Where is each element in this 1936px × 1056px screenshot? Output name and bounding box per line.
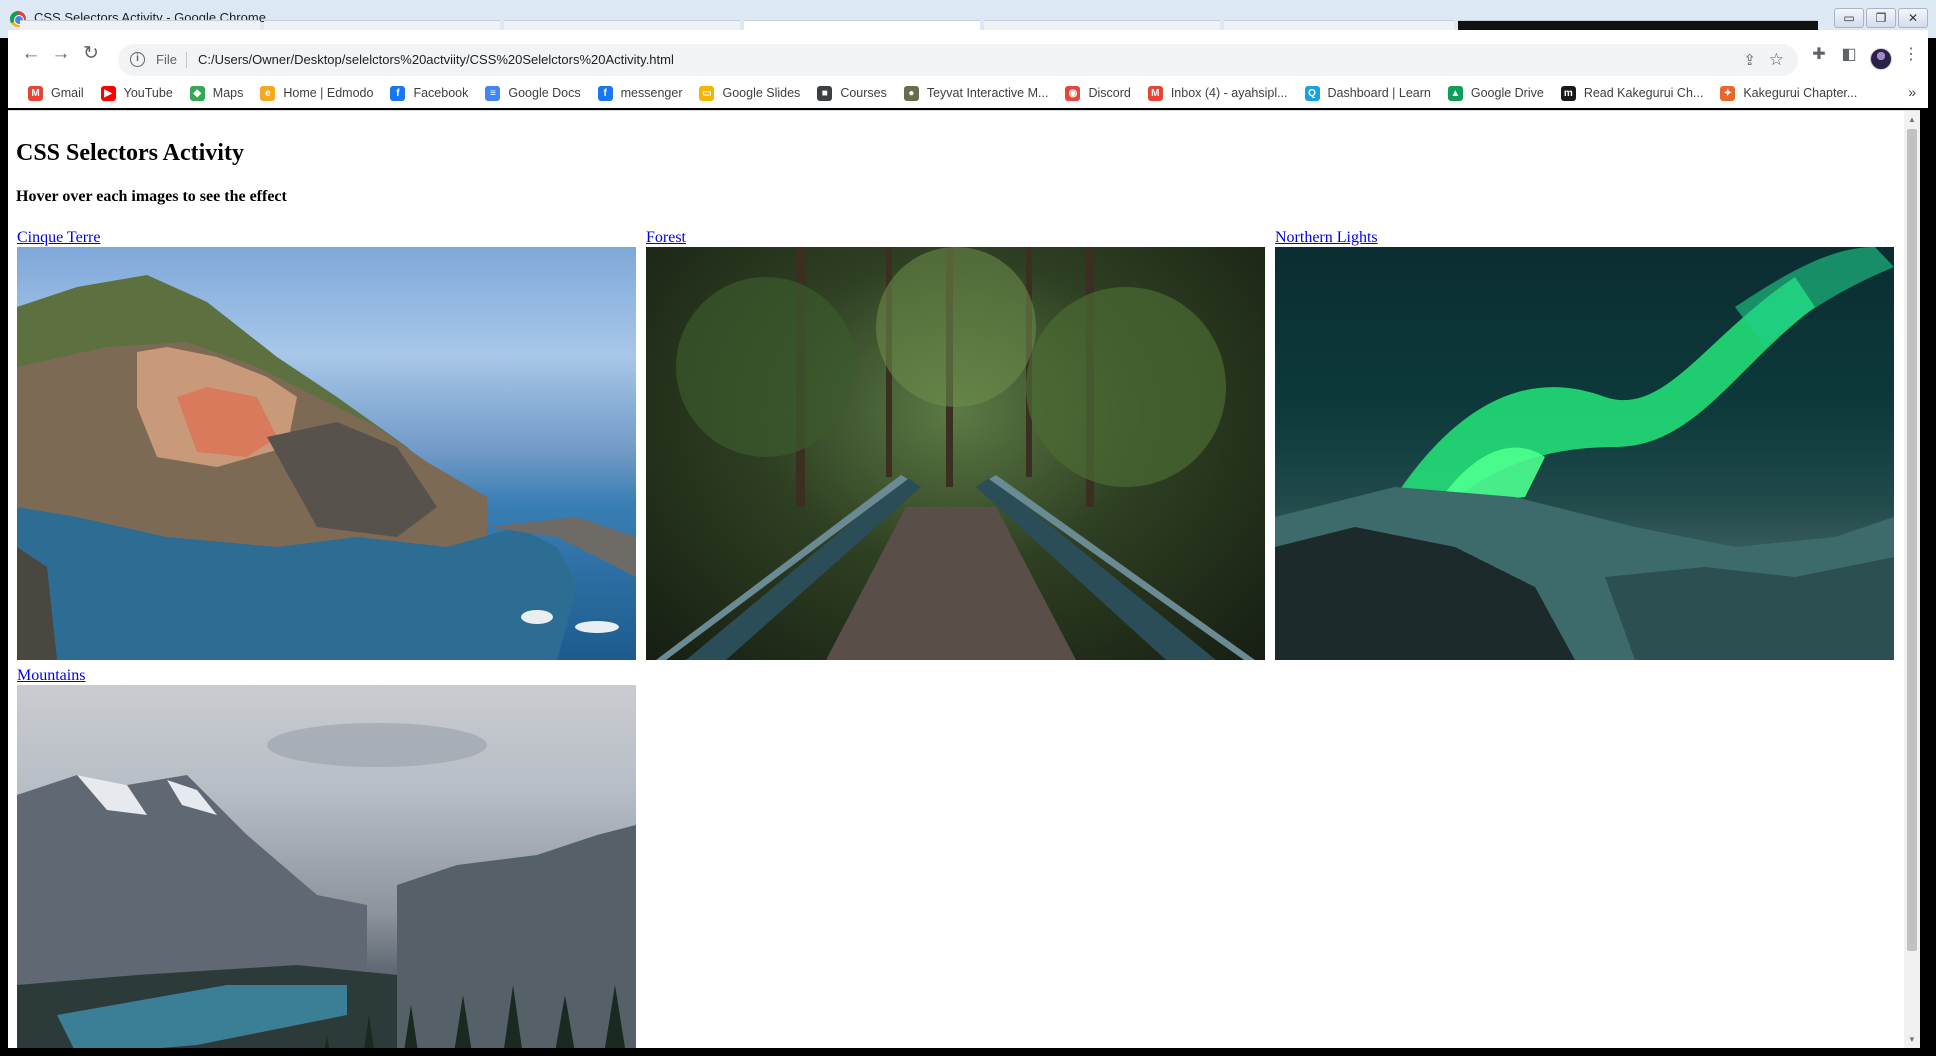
tab[interactable] bbox=[984, 20, 1220, 30]
bookmark-label: Maps bbox=[212, 86, 244, 100]
chevron-right-icon[interactable]: » bbox=[1908, 84, 1916, 100]
gallery-link[interactable]: Mountains bbox=[17, 666, 636, 685]
bookmark-label: Facebook bbox=[413, 86, 469, 100]
gmail-icon: M bbox=[1147, 85, 1163, 101]
tab-strip bbox=[0, 20, 1936, 30]
gallery-item: Mountains bbox=[17, 666, 636, 1048]
scroll-up-icon[interactable]: ▲ bbox=[1907, 115, 1917, 125]
page-title: CSS Selectors Activity bbox=[16, 140, 244, 166]
forest-bridge-photo[interactable] bbox=[646, 247, 1265, 660]
bookmark-label: Kakegurui Chapter... bbox=[1743, 86, 1858, 100]
profile-avatar[interactable] bbox=[1870, 48, 1892, 70]
bookmark-label: Google Drive bbox=[1470, 86, 1544, 100]
bookmark-label: Courses bbox=[840, 86, 887, 100]
reload-icon[interactable]: ↻ bbox=[80, 43, 102, 65]
teyvat-icon: ● bbox=[903, 85, 919, 101]
tab[interactable] bbox=[1458, 20, 1818, 30]
facebook-icon: f bbox=[390, 85, 406, 101]
bookmarks-bar: M Gmail ▶ YouTube ◆ Maps e Home | Edmodo f Facebo… bbox=[8, 78, 1928, 108]
tab[interactable] bbox=[264, 20, 500, 30]
maps-icon: ◆ bbox=[189, 85, 205, 101]
docs-icon: ≡ bbox=[485, 85, 501, 101]
scroll-thumb[interactable] bbox=[1907, 129, 1917, 951]
bookmark-item[interactable]: ✦ Kakegurui Chapter... bbox=[1712, 82, 1866, 104]
youtube-icon: ▶ bbox=[100, 85, 116, 101]
bookmark-item[interactable]: m Read Kakegurui Ch... bbox=[1553, 82, 1713, 104]
bookmark-item[interactable]: ● Teyvat Interactive M... bbox=[896, 82, 1058, 104]
bookmark-label: YouTube bbox=[123, 86, 173, 100]
gallery-link[interactable]: Cinque Terre bbox=[17, 228, 636, 247]
kakegurui-icon: ✦ bbox=[1720, 85, 1736, 101]
bookmark-label: Read Kakegurui Ch... bbox=[1583, 86, 1704, 100]
page-viewport: CSS Selectors Activity Hover over each i… bbox=[8, 110, 1920, 1048]
bookmark-item[interactable]: Q Dashboard | Learn bbox=[1297, 82, 1440, 104]
bookmark-item[interactable]: ▶ YouTube bbox=[93, 82, 182, 104]
gmail-icon: M bbox=[28, 85, 43, 101]
bookmark-label: Discord bbox=[1088, 86, 1131, 100]
tab[interactable] bbox=[20, 20, 260, 30]
bookmark-label: Google Slides bbox=[722, 86, 801, 100]
manga-icon: m bbox=[1560, 85, 1576, 101]
discord-icon: ◉ bbox=[1065, 85, 1081, 101]
bookmark-item[interactable]: ◉ Discord bbox=[1057, 82, 1139, 104]
scheme-label: File bbox=[156, 52, 177, 67]
bookmark-item[interactable]: ≡ Google Docs bbox=[477, 82, 589, 104]
edmodo-icon: e bbox=[260, 85, 276, 101]
drive-icon: ▲ bbox=[1447, 85, 1463, 101]
bookmark-item[interactable]: ▲ Google Drive bbox=[1440, 82, 1553, 104]
gallery-item: Northern Lights bbox=[1275, 228, 1894, 660]
forward-arrow-icon[interactable]: → bbox=[50, 43, 72, 65]
bookmark-item[interactable]: ▭ Google Slides bbox=[691, 82, 809, 104]
address-bar[interactable]: i File C:/Users/Owner/Desktop/selelctors… bbox=[118, 44, 1798, 76]
tab-active[interactable] bbox=[744, 20, 980, 30]
learn-icon: Q bbox=[1304, 85, 1320, 101]
info-icon[interactable]: i bbox=[130, 52, 145, 67]
coastal-village-photo[interactable] bbox=[17, 247, 636, 660]
back-arrow-icon[interactable]: ← bbox=[20, 43, 42, 65]
gallery-item: Forest bbox=[646, 228, 1265, 660]
scroll-down-icon[interactable]: ▼ bbox=[1907, 1035, 1917, 1045]
bookmark-item[interactable]: f messenger bbox=[590, 82, 692, 104]
bookmark-item[interactable]: ◆ Maps bbox=[182, 82, 253, 104]
side-panel-icon[interactable]: ◧ bbox=[1838, 44, 1860, 66]
vertical-scrollbar[interactable]: ▲ ▼ bbox=[1904, 111, 1920, 1048]
bookmark-list: M Gmail ▶ YouTube ◆ Maps e Home | Edmodo f Facebo… bbox=[20, 82, 1866, 104]
bookmark-item[interactable]: f Facebook bbox=[382, 82, 477, 104]
slides-icon: ▭ bbox=[699, 85, 715, 101]
gallery-link[interactable]: Northern Lights bbox=[1275, 228, 1894, 247]
courses-icon: ■ bbox=[817, 85, 833, 101]
divider bbox=[186, 52, 187, 68]
facebook-icon: f bbox=[597, 85, 613, 101]
bookmark-item[interactable]: M Gmail bbox=[20, 82, 93, 104]
extensions-icon[interactable]: ✚ bbox=[1808, 44, 1830, 66]
bookmark-item[interactable]: ■ Courses bbox=[809, 82, 896, 104]
bookmark-label: Google Docs bbox=[508, 86, 581, 100]
bookmark-label: messenger bbox=[620, 86, 683, 100]
bookmark-item[interactable]: M Inbox (4) - ayahsipl... bbox=[1140, 82, 1297, 104]
tab[interactable] bbox=[504, 20, 740, 30]
aurora-photo[interactable] bbox=[1275, 247, 1894, 660]
bookmark-label: Dashboard | Learn bbox=[1327, 86, 1431, 100]
bookmark-label: Gmail bbox=[51, 86, 84, 100]
image-gallery: Cinque Terre Forest Northern Lights Moun… bbox=[12, 228, 1908, 1048]
tab[interactable] bbox=[1224, 20, 1454, 30]
gallery-link[interactable]: Forest bbox=[646, 228, 1265, 247]
bookmark-label: Inbox (4) - ayahsipl... bbox=[1170, 86, 1288, 100]
bookmark-item[interactable]: e Home | Edmodo bbox=[252, 82, 382, 104]
bookmark-star-icon[interactable]: ☆ bbox=[1769, 50, 1784, 70]
bookmark-label: Home | Edmodo bbox=[283, 86, 374, 100]
page-content: CSS Selectors Activity Hover over each i… bbox=[8, 111, 1904, 1048]
menu-kebab-icon[interactable]: ⋮ bbox=[1900, 44, 1922, 66]
bookmark-label: Teyvat Interactive M... bbox=[926, 86, 1049, 100]
url-text[interactable]: C:/Users/Owner/Desktop/selelctors%20actv… bbox=[198, 52, 674, 67]
share-icon[interactable]: ⇪ bbox=[1743, 51, 1756, 69]
gallery-item: Cinque Terre bbox=[17, 228, 636, 660]
page-subtitle: Hover over each images to see the effect bbox=[16, 188, 287, 205]
mountain-lake-photo[interactable] bbox=[17, 685, 636, 1048]
